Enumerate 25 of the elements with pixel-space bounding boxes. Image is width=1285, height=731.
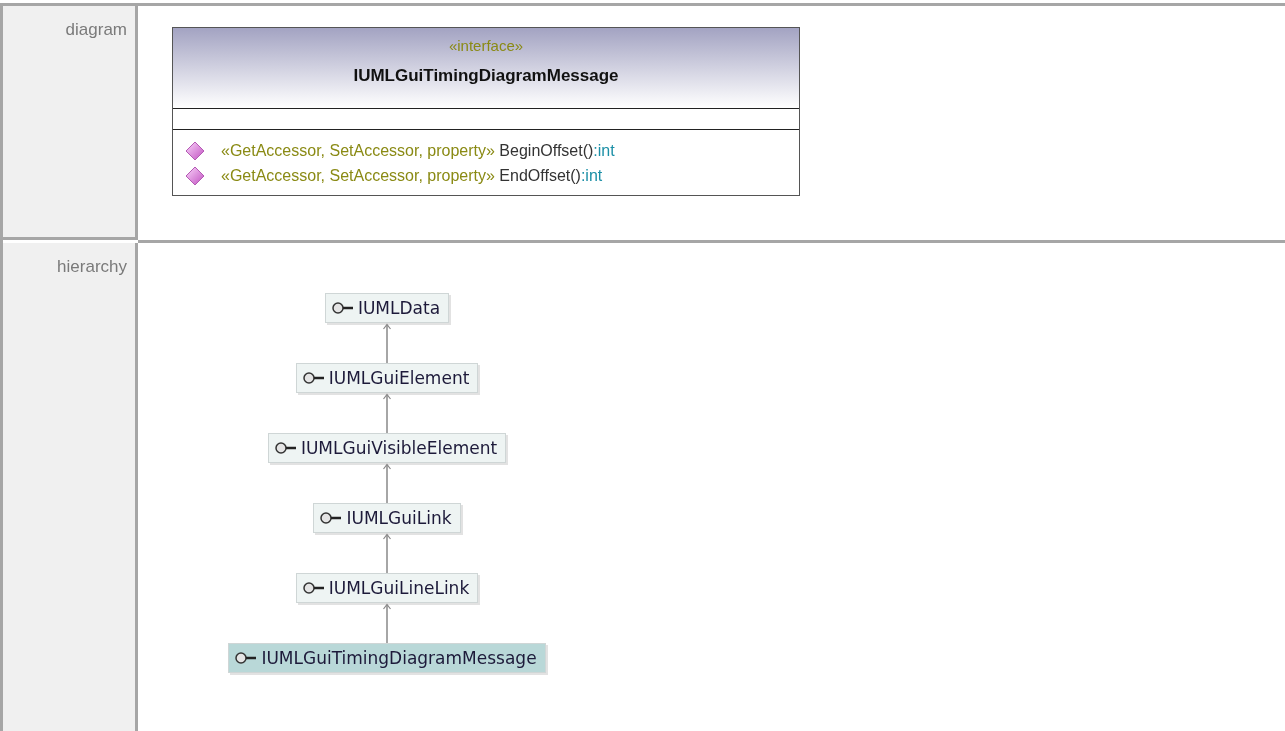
class-member: «GetAccessor, SetAccessor, property» BeginOffset():int [221,142,615,160]
interface-node: IUMLGuiLineLink [295,573,479,603]
interface-node: IUMLGuiLink [313,503,461,533]
interface-lollipop-icon [274,442,297,454]
interface-lollipop-icon [320,512,343,524]
inheritance-arrow [382,533,392,573]
interface-node: IUMLGuiTimingDiagramMessage [228,643,546,673]
class-stereotype: «interface» [448,37,524,54]
diamond-icon [185,166,205,186]
section-label: hierarchy [3,243,138,731]
interface-node: IUMLData [324,293,450,323]
inheritance-arrow [382,323,392,363]
interface-lollipop-icon [235,652,258,664]
interface-lollipop-icon [331,302,354,314]
interface-lollipop-icon [302,372,325,384]
inheritance-arrow [382,603,392,643]
inheritance-arrow [382,393,392,433]
interface-node: IUMLGuiElement [295,363,479,393]
inheritance-arrow [382,463,392,503]
class-name: IUMLGuiTimingDiagramMessage [353,66,619,86]
section-label: diagram [3,6,138,240]
interface-node: IUMLGuiVisibleElement [267,433,507,463]
diamond-icon [185,141,205,161]
class-member: «GetAccessor, SetAccessor, property» EndOffset():int [221,167,603,185]
interface-lollipop-icon [302,582,325,594]
